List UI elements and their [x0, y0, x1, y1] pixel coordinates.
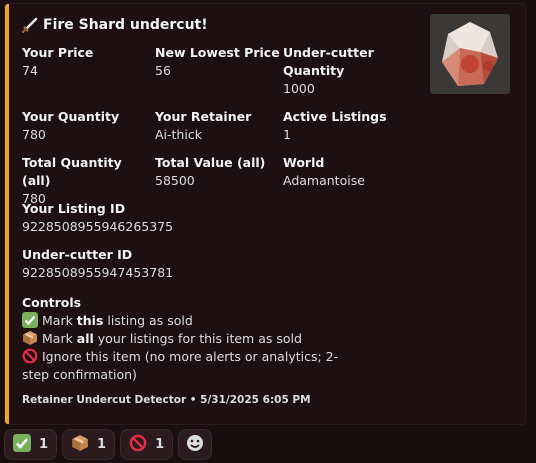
- field-active-listings: Active Listings 1: [283, 108, 408, 144]
- check-mark-icon: [22, 312, 38, 328]
- field-your-retainer: Your Retainer Ai-thick: [155, 108, 280, 144]
- field-new-lowest-price: New Lowest Price 56: [155, 44, 280, 80]
- add-reaction-button[interactable]: [178, 429, 213, 460]
- field-your-quantity: Your Quantity 780: [22, 108, 147, 144]
- controls-title: Controls: [22, 295, 82, 310]
- embed-footer: Retainer Undercut Detector • 5/31/2025 6…: [22, 394, 311, 406]
- field-name: Active Listings: [283, 109, 387, 124]
- field-your-price: Your Price 74: [22, 44, 147, 80]
- field-name: Your Retainer: [155, 109, 252, 124]
- field-name: Your Price: [22, 45, 94, 60]
- field-name: New Lowest Price: [155, 45, 280, 60]
- field-name: Your Quantity: [22, 109, 120, 124]
- dagger-icon: [21, 16, 39, 34]
- embed-title-text: Fire Shard undercut!: [43, 16, 208, 33]
- control-mark-this-sold: Mark this listing as sold: [22, 312, 352, 330]
- field-value: 1000: [283, 81, 315, 96]
- field-world: World Adamantoise: [283, 154, 408, 190]
- field-name: World: [283, 155, 325, 170]
- package-icon: [22, 330, 38, 346]
- package-icon: [71, 434, 89, 456]
- field-value: 1: [283, 127, 291, 142]
- control-ignore-item: Ignore this item (no more alerts or anal…: [22, 348, 339, 382]
- reaction-count: 1: [155, 437, 165, 452]
- controls-field: Controls Mark this listing as sold Mark …: [22, 294, 352, 384]
- reaction-package[interactable]: 1: [62, 429, 116, 460]
- field-value: Ai-thick: [155, 127, 202, 142]
- fire-shard-crystal-icon: [430, 14, 510, 94]
- field-value: 780: [22, 127, 46, 142]
- field-name: Under-cutter Quantity: [283, 45, 374, 78]
- field-your-listing-id: Your Listing ID 9228508955946265375: [22, 200, 322, 236]
- reactions-bar: 1 1 1: [4, 429, 213, 460]
- field-value: 9228508955946265375: [22, 219, 174, 234]
- field-value: 9228508955947453781: [22, 265, 174, 280]
- field-value: 74: [22, 63, 38, 78]
- field-value: 56: [155, 63, 171, 78]
- check-mark-icon: [13, 433, 31, 456]
- field-undercutter-id: Under-cutter ID 9228508955947453781: [22, 246, 322, 282]
- prohibited-icon: [129, 434, 147, 456]
- control-mark-all-sold: Mark all your listings for this item as …: [22, 330, 352, 348]
- reaction-prohibited[interactable]: 1: [120, 429, 174, 460]
- embed-title: Fire Shard undercut!: [21, 16, 208, 34]
- field-name: Under-cutter ID: [22, 247, 133, 262]
- reaction-count: 1: [39, 437, 49, 452]
- embed-card: Fire Shard undercut! Your Price 74 New L…: [4, 3, 526, 425]
- field-name: Your Listing ID: [22, 201, 126, 216]
- field-undercutter-quantity: Under-cutter Quantity 1000: [283, 44, 388, 98]
- field-total-value: Total Value (all) 58500: [155, 154, 280, 190]
- field-value: Adamantoise: [283, 173, 365, 188]
- reaction-count: 1: [97, 437, 107, 452]
- smiley-add-icon: [185, 433, 205, 457]
- embed-accent-bar: [5, 4, 9, 424]
- reaction-check-mark[interactable]: 1: [4, 429, 58, 460]
- field-name: Total Quantity (all): [22, 155, 122, 188]
- field-value: 58500: [155, 173, 195, 188]
- fire-shard-thumbnail[interactable]: [430, 14, 510, 94]
- prohibited-icon: [22, 348, 38, 364]
- field-name: Total Value (all): [155, 155, 266, 170]
